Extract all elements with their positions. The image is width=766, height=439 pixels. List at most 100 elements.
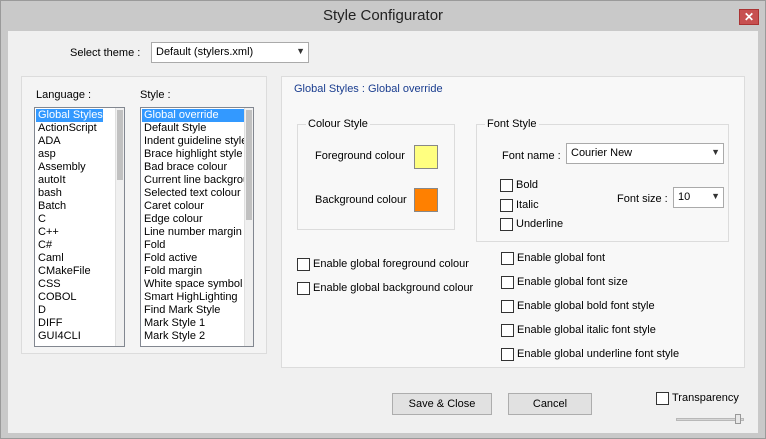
font-size-value: 10 [678, 191, 691, 203]
style-list-item[interactable]: Fold active [142, 252, 253, 265]
enable-global-bg-checkbox[interactable] [297, 282, 310, 295]
language-list-item[interactable]: autoIt [36, 174, 103, 187]
style-list-item[interactable]: Fold [142, 239, 253, 252]
enable-global-bold-checkbox[interactable] [501, 300, 514, 313]
bold-label: Bold [516, 179, 539, 191]
style-list-item[interactable]: Mark Style 2 [142, 330, 253, 343]
colour-style-title: Colour Style [306, 118, 370, 130]
save-close-button[interactable]: Save & Close [392, 393, 492, 415]
chevron-down-icon: ▼ [711, 147, 720, 157]
chevron-down-icon: ▼ [296, 46, 305, 56]
transparency-slider-thumb[interactable] [734, 414, 741, 424]
background-colour-swatch[interactable] [414, 188, 438, 212]
language-list-item[interactable]: Global Styles [36, 109, 103, 122]
font-name-value: Courier New [571, 147, 633, 159]
background-colour-label: Background colour [315, 194, 407, 206]
language-list-item[interactable]: CMakeFile [36, 265, 103, 278]
style-heading: Global Styles : Global override [294, 83, 443, 95]
theme-select-value: Default (stylers.xml) [156, 46, 254, 58]
enable-global-underline-checkbox[interactable] [501, 348, 514, 361]
language-list-item[interactable]: D [36, 304, 103, 317]
cancel-button[interactable]: Cancel [508, 393, 592, 415]
style-list-item[interactable]: Global override [142, 109, 253, 122]
font-name-label: Font name : [502, 150, 561, 162]
title-bar[interactable]: Style Configurator ✕ [1, 1, 765, 31]
language-style-panel: Language : Style : Global Styles ActionSc… [21, 76, 267, 354]
style-list-items: Global override Default Style Indent guide… [142, 109, 253, 343]
language-list-item[interactable]: bash [36, 187, 103, 200]
window-title: Style Configurator [322, 7, 444, 24]
style-list-scrollbar[interactable] [244, 108, 253, 346]
language-list-item[interactable]: ADA [36, 135, 103, 148]
transparency-slider-track[interactable] [676, 418, 744, 421]
style-list[interactable]: Global override Default Style Indent guide… [140, 107, 254, 347]
font-size-label: Font size : [617, 193, 668, 205]
style-list-item[interactable]: Selected text colour [142, 187, 253, 200]
chevron-down-icon: ▼ [711, 191, 720, 201]
select-theme-label: Select theme : [70, 47, 141, 59]
enable-global-italic-checkbox[interactable] [501, 324, 514, 337]
style-list-scroll-thumb[interactable] [246, 110, 252, 220]
enable-global-italic-label: Enable global italic font style [517, 324, 656, 336]
language-list-item[interactable]: GUI4CLI [36, 330, 103, 343]
style-list-item[interactable]: Caret colour [142, 200, 253, 213]
font-style-group: Font Style Font name : Courier New ▼ Bol… [476, 118, 729, 242]
style-list-item[interactable]: Current line background [142, 174, 253, 187]
style-list-item[interactable]: Mark Style 1 [142, 317, 253, 330]
style-label: Style : [140, 89, 171, 101]
enable-global-font-size-label: Enable global font size [517, 276, 628, 288]
language-list-item[interactable]: COBOL [36, 291, 103, 304]
bold-checkbox[interactable] [500, 179, 513, 192]
enable-global-font-checkbox[interactable] [501, 252, 514, 265]
style-list-item[interactable]: Line number margin [142, 226, 253, 239]
enable-global-font-size-checkbox[interactable] [501, 276, 514, 289]
underline-checkbox[interactable] [500, 218, 513, 231]
language-list-item[interactable]: C# [36, 239, 103, 252]
underline-label: Underline [516, 218, 564, 230]
language-list[interactable]: Global Styles ActionScript ADA asp Assembly a… [34, 107, 125, 347]
font-style-title: Font Style [485, 118, 539, 130]
style-list-item[interactable]: White space symbol [142, 278, 253, 291]
language-list-item[interactable]: Assembly [36, 161, 103, 174]
language-list-item[interactable]: Caml [36, 252, 103, 265]
style-list-item[interactable]: Fold margin [142, 265, 253, 278]
close-icon[interactable]: ✕ [739, 9, 759, 25]
enable-global-underline-label: Enable global underline font style [517, 348, 680, 360]
italic-checkbox[interactable] [500, 199, 513, 212]
colour-style-group: Colour Style Foreground colour Backgroun… [297, 118, 455, 230]
style-list-item[interactable]: Indent guideline style [142, 135, 253, 148]
font-name-select[interactable]: Courier New ▼ [566, 143, 724, 164]
foreground-colour-label: Foreground colour [315, 150, 405, 162]
style-list-item[interactable]: Brace highlight style [142, 148, 253, 161]
theme-select[interactable]: Default (stylers.xml) ▼ [151, 42, 309, 63]
transparency-label: Transparency [672, 392, 739, 404]
style-list-item[interactable]: Default Style [142, 122, 253, 135]
style-settings-panel: Global Styles : Global override Colour S… [281, 76, 745, 368]
language-label: Language : [36, 89, 92, 101]
enable-global-fg-label: Enable global foreground colour [313, 258, 469, 270]
font-size-select[interactable]: 10 ▼ [673, 187, 724, 208]
foreground-colour-swatch[interactable] [414, 145, 438, 169]
dialog-client: Select theme : Default (stylers.xml) ▼ L… [8, 31, 758, 433]
enable-global-bg-label: Enable global background colour [313, 282, 474, 294]
language-list-item[interactable]: CSS [36, 278, 103, 291]
style-list-item[interactable]: Edge colour [142, 213, 253, 226]
enable-global-fg-checkbox[interactable] [297, 258, 310, 271]
language-list-item[interactable]: C++ [36, 226, 103, 239]
transparency-checkbox[interactable] [656, 392, 669, 405]
language-list-item[interactable]: asp [36, 148, 103, 161]
language-list-item[interactable]: DIFF [36, 317, 103, 330]
style-list-item[interactable]: Smart HighLighting [142, 291, 253, 304]
language-list-scroll-thumb[interactable] [117, 110, 123, 180]
style-list-item[interactable]: Bad brace colour [142, 161, 253, 174]
language-list-scrollbar[interactable] [115, 108, 124, 346]
style-list-item[interactable]: Find Mark Style [142, 304, 253, 317]
language-list-item[interactable]: Batch [36, 200, 103, 213]
style-configurator-window: Style Configurator ✕ Select theme : Defa… [0, 0, 766, 439]
language-list-items: Global Styles ActionScript ADA asp Assembly a… [36, 109, 103, 343]
language-list-item[interactable]: ActionScript [36, 122, 103, 135]
enable-global-bold-label: Enable global bold font style [517, 300, 655, 312]
italic-label: Italic [516, 199, 539, 211]
enable-global-font-label: Enable global font [517, 252, 606, 264]
language-list-item[interactable]: C [36, 213, 103, 226]
